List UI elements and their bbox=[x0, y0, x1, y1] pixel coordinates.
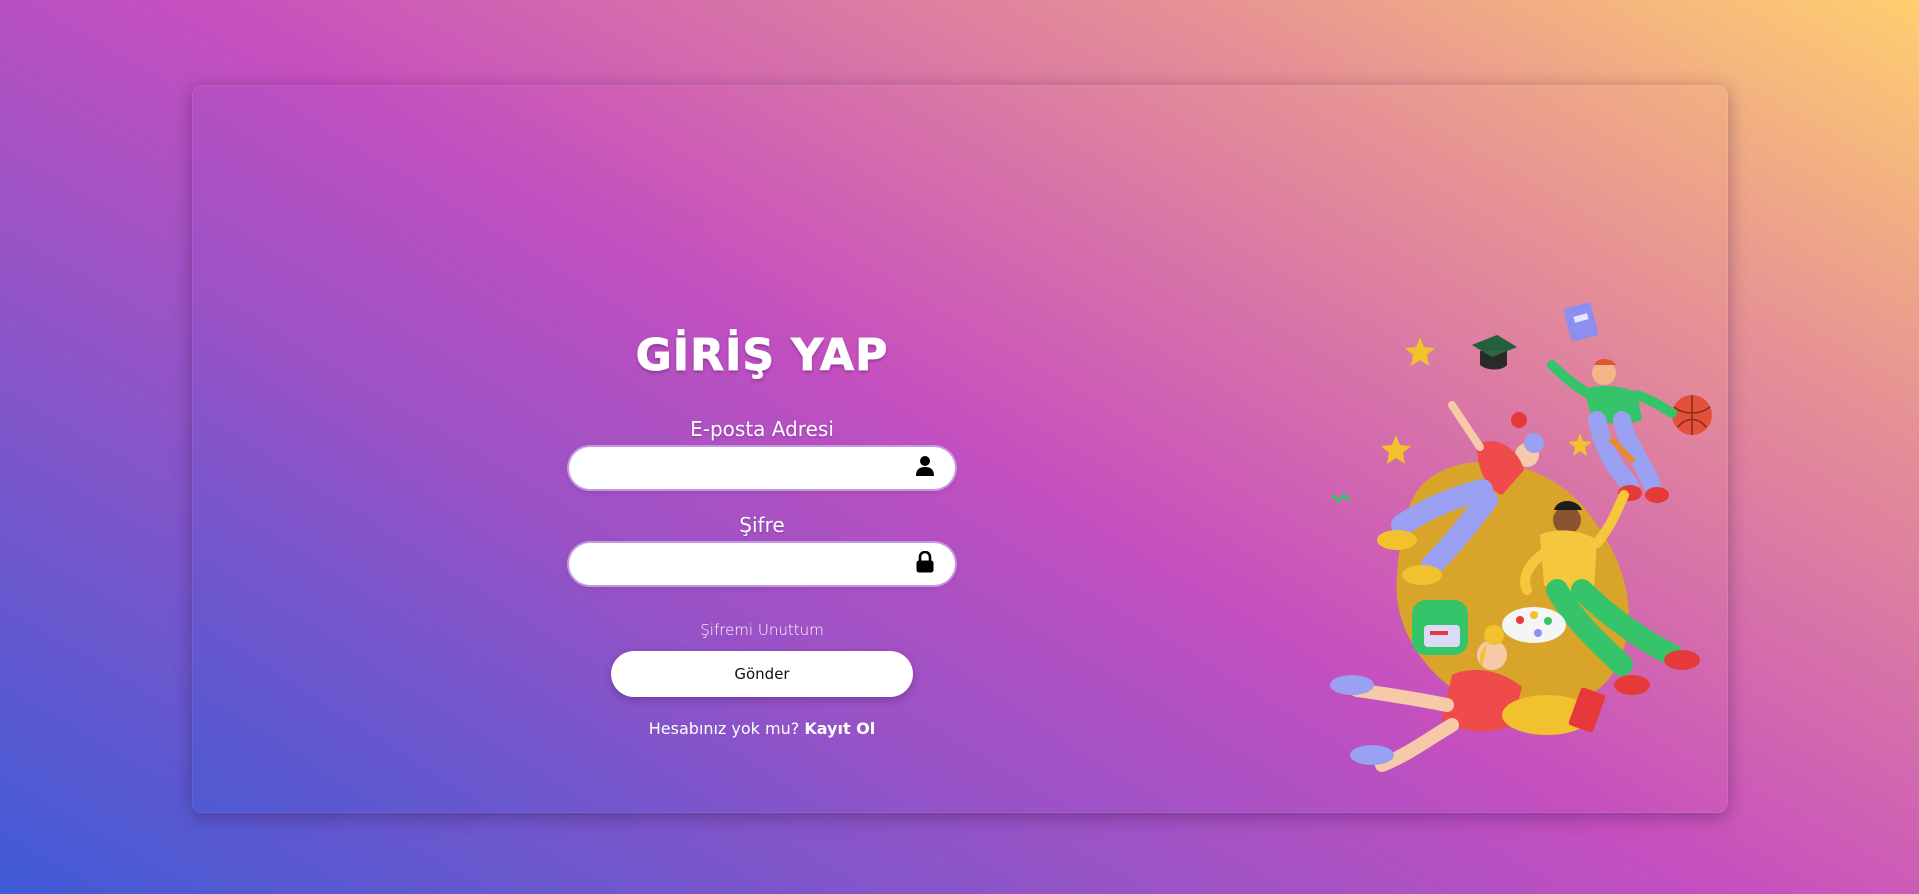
email-field[interactable] bbox=[569, 447, 899, 489]
email-field-wrapper bbox=[569, 447, 955, 489]
apple-icon bbox=[1511, 412, 1527, 428]
person-green bbox=[1547, 359, 1677, 503]
submit-button[interactable]: Gönder bbox=[611, 651, 913, 697]
forgot-password-link[interactable]: Şifremi Unuttum bbox=[562, 621, 962, 639]
students-illustration bbox=[1330, 302, 1712, 772]
graduation-cap-icon bbox=[1472, 335, 1517, 370]
signup-link[interactable]: Kayıt Ol bbox=[804, 719, 875, 738]
login-form: GİRİŞ YAP E-posta Adresi Şifre Şifremi U… bbox=[562, 330, 962, 738]
signup-row: Hesabınız yok mu? Kayıt Ol bbox=[562, 719, 962, 738]
signup-prompt: Hesabınız yok mu? bbox=[648, 719, 800, 738]
user-icon bbox=[916, 456, 934, 476]
star-icon bbox=[1381, 435, 1411, 464]
book-icon bbox=[1563, 302, 1599, 342]
page-title: GİRİŞ YAP bbox=[635, 330, 889, 382]
password-field[interactable] bbox=[569, 543, 899, 585]
star-icon bbox=[1405, 337, 1435, 366]
password-field-wrapper bbox=[569, 543, 955, 585]
lock-icon bbox=[916, 551, 934, 573]
password-label: Şifre bbox=[739, 513, 785, 537]
login-card: GİRİŞ YAP E-posta Adresi Şifre Şifremi U… bbox=[192, 85, 1728, 813]
email-label: E-posta Adresi bbox=[690, 417, 834, 441]
star-icon bbox=[1568, 433, 1592, 456]
palette-icon bbox=[1502, 607, 1566, 643]
squiggle-icon bbox=[1330, 492, 1352, 504]
backpack-icon bbox=[1412, 600, 1468, 655]
